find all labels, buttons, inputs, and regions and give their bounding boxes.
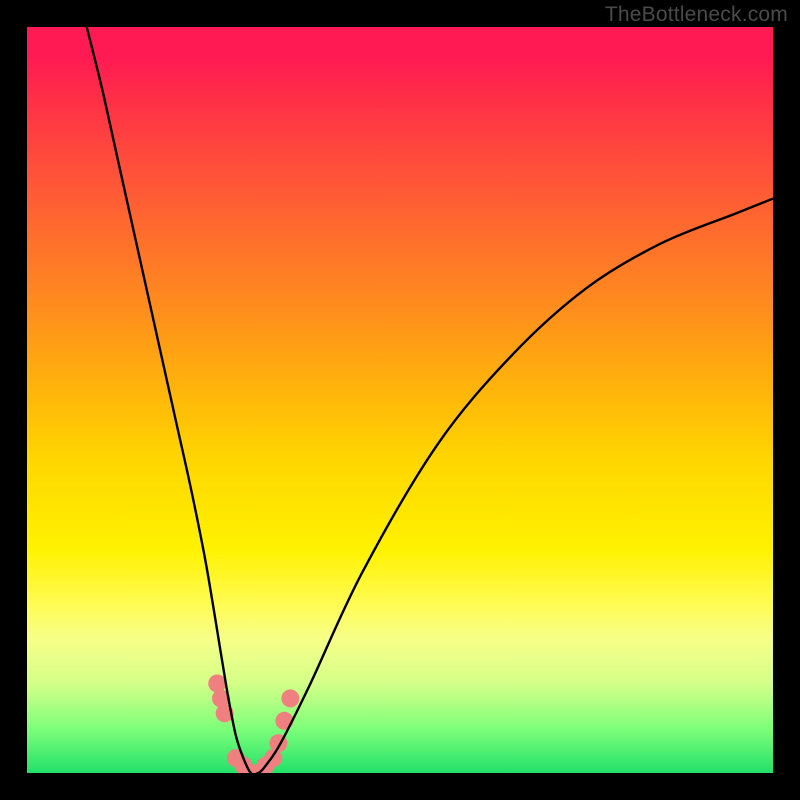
- plot-area: [27, 27, 773, 773]
- marker-dot: [275, 712, 293, 730]
- marker-dot: [281, 689, 299, 707]
- watermark-text: TheBottleneck.com: [605, 3, 788, 27]
- chart-svg: [27, 27, 773, 773]
- marker-dots: [208, 674, 299, 773]
- chart-frame: TheBottleneck.com: [0, 0, 800, 800]
- bottleneck-curve-path: [87, 27, 773, 773]
